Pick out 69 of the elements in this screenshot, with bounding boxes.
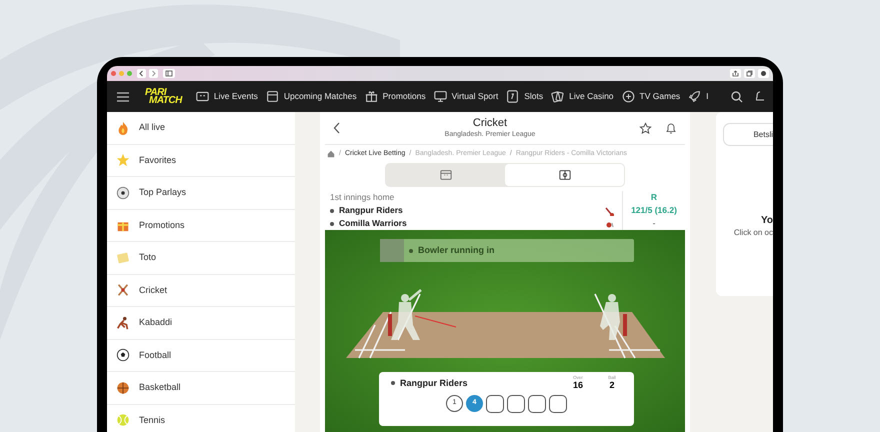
star-icon	[116, 153, 130, 168]
rocket-icon	[688, 90, 702, 103]
scoreboard-icon	[440, 169, 452, 181]
empty-betslip-heading: Yo	[760, 215, 773, 227]
sidebar-item[interactable]: Promotions	[107, 210, 295, 242]
extension-icon[interactable]	[758, 69, 769, 78]
ball-value: 2	[609, 380, 614, 390]
field-icon	[558, 169, 570, 181]
empty-betslip-hint: Click on oc	[734, 227, 773, 238]
event-text: Bowler running in	[418, 244, 494, 257]
photo-placeholder	[380, 239, 404, 262]
calendar-icon	[266, 90, 279, 103]
back-icon[interactable]	[137, 69, 146, 78]
tennis-ball-icon	[116, 413, 130, 428]
crossed-bats-icon	[116, 283, 130, 298]
nav-link[interactable]: Slots	[506, 90, 544, 103]
nav-link[interactable]: TV Games	[622, 90, 680, 103]
flame-icon	[116, 120, 130, 135]
team-name: Rangpur Riders	[339, 204, 404, 217]
sidebar-item[interactable]: Football	[107, 340, 295, 372]
dial-icon	[116, 186, 130, 200]
sidebar-item[interactable]: Cricket	[107, 274, 295, 307]
runs-header: R	[650, 191, 658, 204]
home-icon[interactable]	[327, 150, 335, 158]
playing-cards-icon	[551, 90, 564, 103]
gift-icon	[364, 90, 378, 103]
nav-link[interactable]: I	[688, 90, 709, 103]
empty-ball-slot	[486, 394, 504, 412]
runs-value: 121/5 (16.2)	[631, 204, 677, 217]
menu-icon[interactable]	[117, 92, 129, 102]
tabs-icon[interactable]	[744, 69, 755, 78]
forward-icon[interactable]	[149, 69, 158, 78]
empty-ball-slot	[507, 394, 525, 412]
sidebar-item[interactable]: Tennis	[107, 404, 295, 432]
batting-team-name: Rangpur Riders	[400, 377, 468, 390]
runs-value: -	[652, 217, 656, 230]
betslip-tab[interactable]: Betsli	[723, 123, 773, 146]
basketball-icon	[116, 380, 130, 395]
innings-label: 1st innings home	[330, 191, 396, 204]
team-name: Comilla Warriors	[339, 217, 408, 230]
sidebar-item[interactable]: Top Parlays	[107, 177, 295, 210]
empty-ball-slot	[528, 394, 546, 412]
nav-link[interactable]: Virtual Sport	[434, 90, 498, 103]
page-title: Cricket	[472, 116, 508, 130]
search-icon[interactable]	[730, 90, 743, 102]
star-icon[interactable]	[639, 122, 652, 134]
sidebar-item[interactable]: Favorites	[107, 144, 295, 177]
sidebar-item[interactable]: All live	[107, 112, 295, 144]
runner-icon	[116, 316, 130, 330]
sidebar-icon[interactable]	[163, 69, 175, 78]
back-icon[interactable]	[333, 122, 341, 134]
nav-link[interactable]: Promotions	[364, 90, 426, 103]
sidebar-item[interactable]: Kabaddi	[107, 307, 295, 340]
over-value: 16	[572, 380, 583, 390]
slot-machine-icon	[506, 90, 520, 103]
nav-link[interactable]: Upcoming Matches	[266, 90, 357, 103]
empty-ball-slot	[549, 394, 567, 412]
bat-icon	[604, 206, 614, 216]
parimatch-logo[interactable]: PARI MATCH	[145, 88, 182, 104]
sidebar-item[interactable]: Basketball	[107, 372, 295, 404]
sidebar-item[interactable]: Toto	[107, 242, 295, 274]
ticket-icon	[116, 250, 130, 265]
monitor-icon	[434, 90, 447, 103]
nav-link[interactable]: Live Casino	[551, 90, 614, 103]
score-icon	[196, 90, 209, 103]
soccer-ball-icon	[116, 348, 130, 362]
share-icon[interactable]	[730, 69, 741, 78]
plus-circle-icon	[622, 90, 635, 103]
nav-link[interactable]: Live Events	[196, 90, 258, 103]
